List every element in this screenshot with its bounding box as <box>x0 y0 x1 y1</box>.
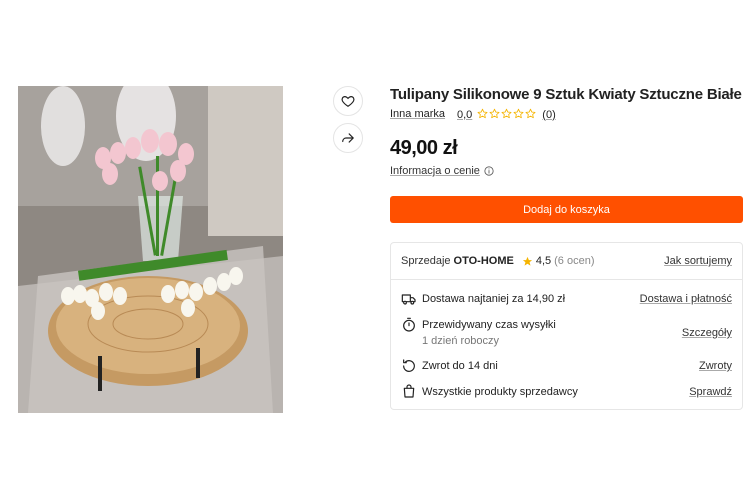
seller-label: Sprzedaje <box>401 255 451 267</box>
seller-name[interactable]: OTO-HOME <box>454 255 514 267</box>
add-to-cart-button[interactable]: Dodaj do koszyka <box>390 196 743 223</box>
product-photo-illustration <box>18 86 283 413</box>
rating-star-icon <box>477 108 488 119</box>
favorite-button[interactable] <box>333 86 363 116</box>
return-icon <box>403 359 415 372</box>
seller-header: Sprzedaje OTO-HOME 4,5 (6 ocen) Jak sort… <box>401 255 732 267</box>
seller-products-link[interactable]: Sprawdź <box>689 386 732 398</box>
seller-ratings-count: (6 ocen) <box>554 255 595 267</box>
stopwatch-icon <box>403 317 415 332</box>
truck-icon <box>401 294 416 305</box>
seller-rating: 4,5 (6 ocen) <box>522 255 595 267</box>
returns-text: Zwrot do 14 dni <box>422 360 498 372</box>
rating-count: (0) <box>542 108 556 121</box>
product-rating[interactable]: 0,0 (0) <box>457 108 556 121</box>
rating-stars <box>477 108 537 121</box>
shopping-bag-icon <box>403 384 415 398</box>
rating-value: 0,0 <box>457 108 473 121</box>
rating-star-icon <box>489 108 500 119</box>
delivery-text: Dostawa najtaniej za 14,90 zł <box>422 293 566 305</box>
shipping-time-value: 1 dzień roboczy <box>422 335 500 347</box>
seller-products-text: Wszystkie produkty sprzedawcy <box>422 386 578 398</box>
returns-link[interactable]: Zwroty <box>699 360 732 372</box>
product-image[interactable] <box>18 86 283 413</box>
product-price: 49,00 zł <box>390 137 458 159</box>
seller-rating-value: 4,5 <box>535 255 552 267</box>
sort-info-link[interactable]: Jak sortujemy <box>664 255 732 267</box>
delivery-link[interactable]: Dostawa i płatność <box>640 293 732 305</box>
info-icon[interactable] <box>484 166 494 176</box>
star-icon <box>522 256 532 266</box>
rating-star-icon <box>501 108 512 119</box>
rating-star-icon <box>513 108 524 119</box>
seller-panel: Sprzedaje OTO-HOME 4,5 (6 ocen) Jak sort… <box>390 242 743 410</box>
share-arrow-icon <box>342 133 354 143</box>
product-title: Tulipany Silikonowe 9 Sztuk Kwiaty Sztuc… <box>390 86 742 103</box>
shipping-time-text: Przewidywany czas wysyłki <box>422 319 556 331</box>
heart-icon <box>341 96 355 107</box>
rating-star-icon <box>525 108 536 119</box>
share-button[interactable] <box>333 123 363 153</box>
price-info[interactable]: Informacja o cenie <box>390 165 494 177</box>
brand-link[interactable]: Inna marka <box>390 108 445 120</box>
seller-divider <box>391 279 742 280</box>
price-info-link[interactable]: Informacja o cenie <box>390 165 480 177</box>
shipping-details-link[interactable]: Szczegóły <box>682 327 732 339</box>
